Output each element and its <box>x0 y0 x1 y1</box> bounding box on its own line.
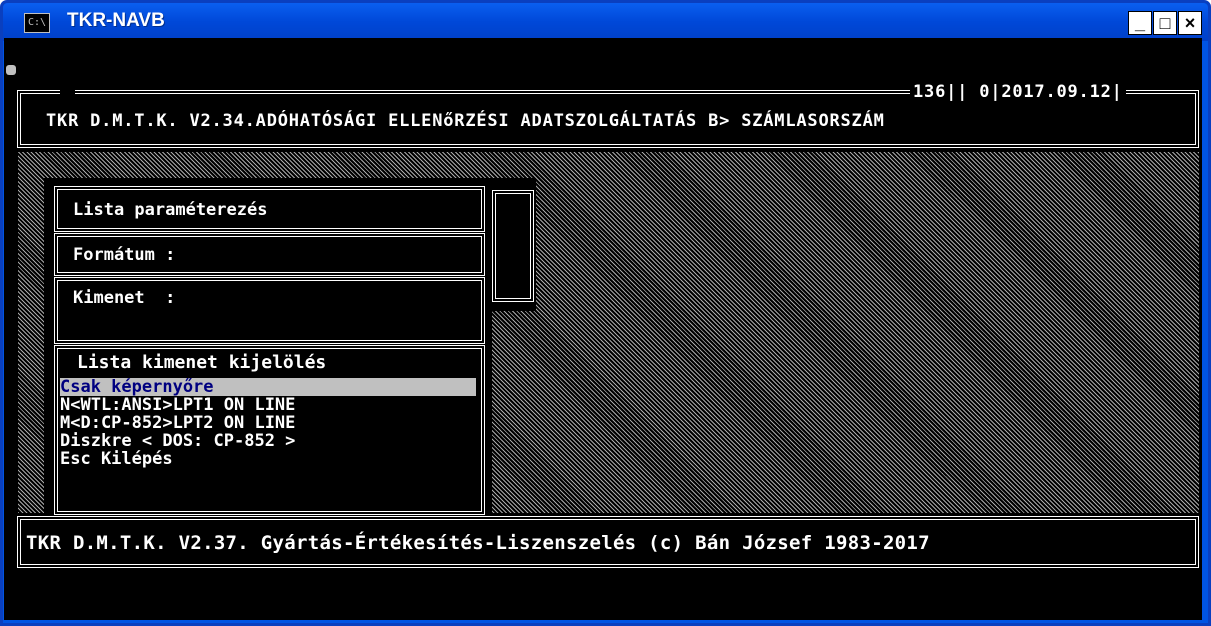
menu-item-screen-only[interactable]: Csak képernyőre <box>60 378 476 396</box>
maximize-button[interactable]: □ <box>1153 11 1177 35</box>
console-menu-icon[interactable] <box>6 65 16 75</box>
format-label: Formátum : <box>73 245 176 265</box>
header-title: TKR D.M.T.K. V2.34.ADÓHATÓSÁGI ELLENőRZÉ… <box>46 111 885 131</box>
output-label: Kimenet : <box>73 288 176 308</box>
footer-text: TKR D.M.T.K. V2.37. Gyártás-Értékesítés-… <box>26 532 930 554</box>
header-left-tab <box>60 82 76 102</box>
console-app-icon[interactable]: C:\ <box>24 13 50 33</box>
dialog-title: Lista paraméterezés <box>73 200 268 220</box>
header-counter-a: 136 <box>913 82 947 102</box>
window-title: TKR-NAVB <box>67 10 165 31</box>
menu-item-disk[interactable]: Diszkre < DOS: CP-852 > <box>60 432 476 450</box>
back-window-frame <box>492 190 534 302</box>
menu-item-exit[interactable]: Esc Kilépés <box>60 450 476 468</box>
output-menu-title: Lista kimenet kijelölés <box>77 352 327 373</box>
header-date: 2017.09.12 <box>1001 82 1112 102</box>
menu-item-lpt2[interactable]: M<D:CP-852>LPT2 ON LINE <box>60 414 476 432</box>
title-bar[interactable]: C:\ TKR-NAVB _ □ × <box>3 3 1208 41</box>
menu-item-lpt1[interactable]: N<WTL:ANSI>LPT1 ON LINE <box>60 396 476 414</box>
header-status: 136|| 0|2017.09.12| <box>910 82 1126 102</box>
console-top-strip <box>4 38 1202 63</box>
minimize-button[interactable]: _ <box>1128 11 1152 35</box>
close-button[interactable]: × <box>1178 11 1202 35</box>
header-counter-b: 0 <box>979 82 991 102</box>
